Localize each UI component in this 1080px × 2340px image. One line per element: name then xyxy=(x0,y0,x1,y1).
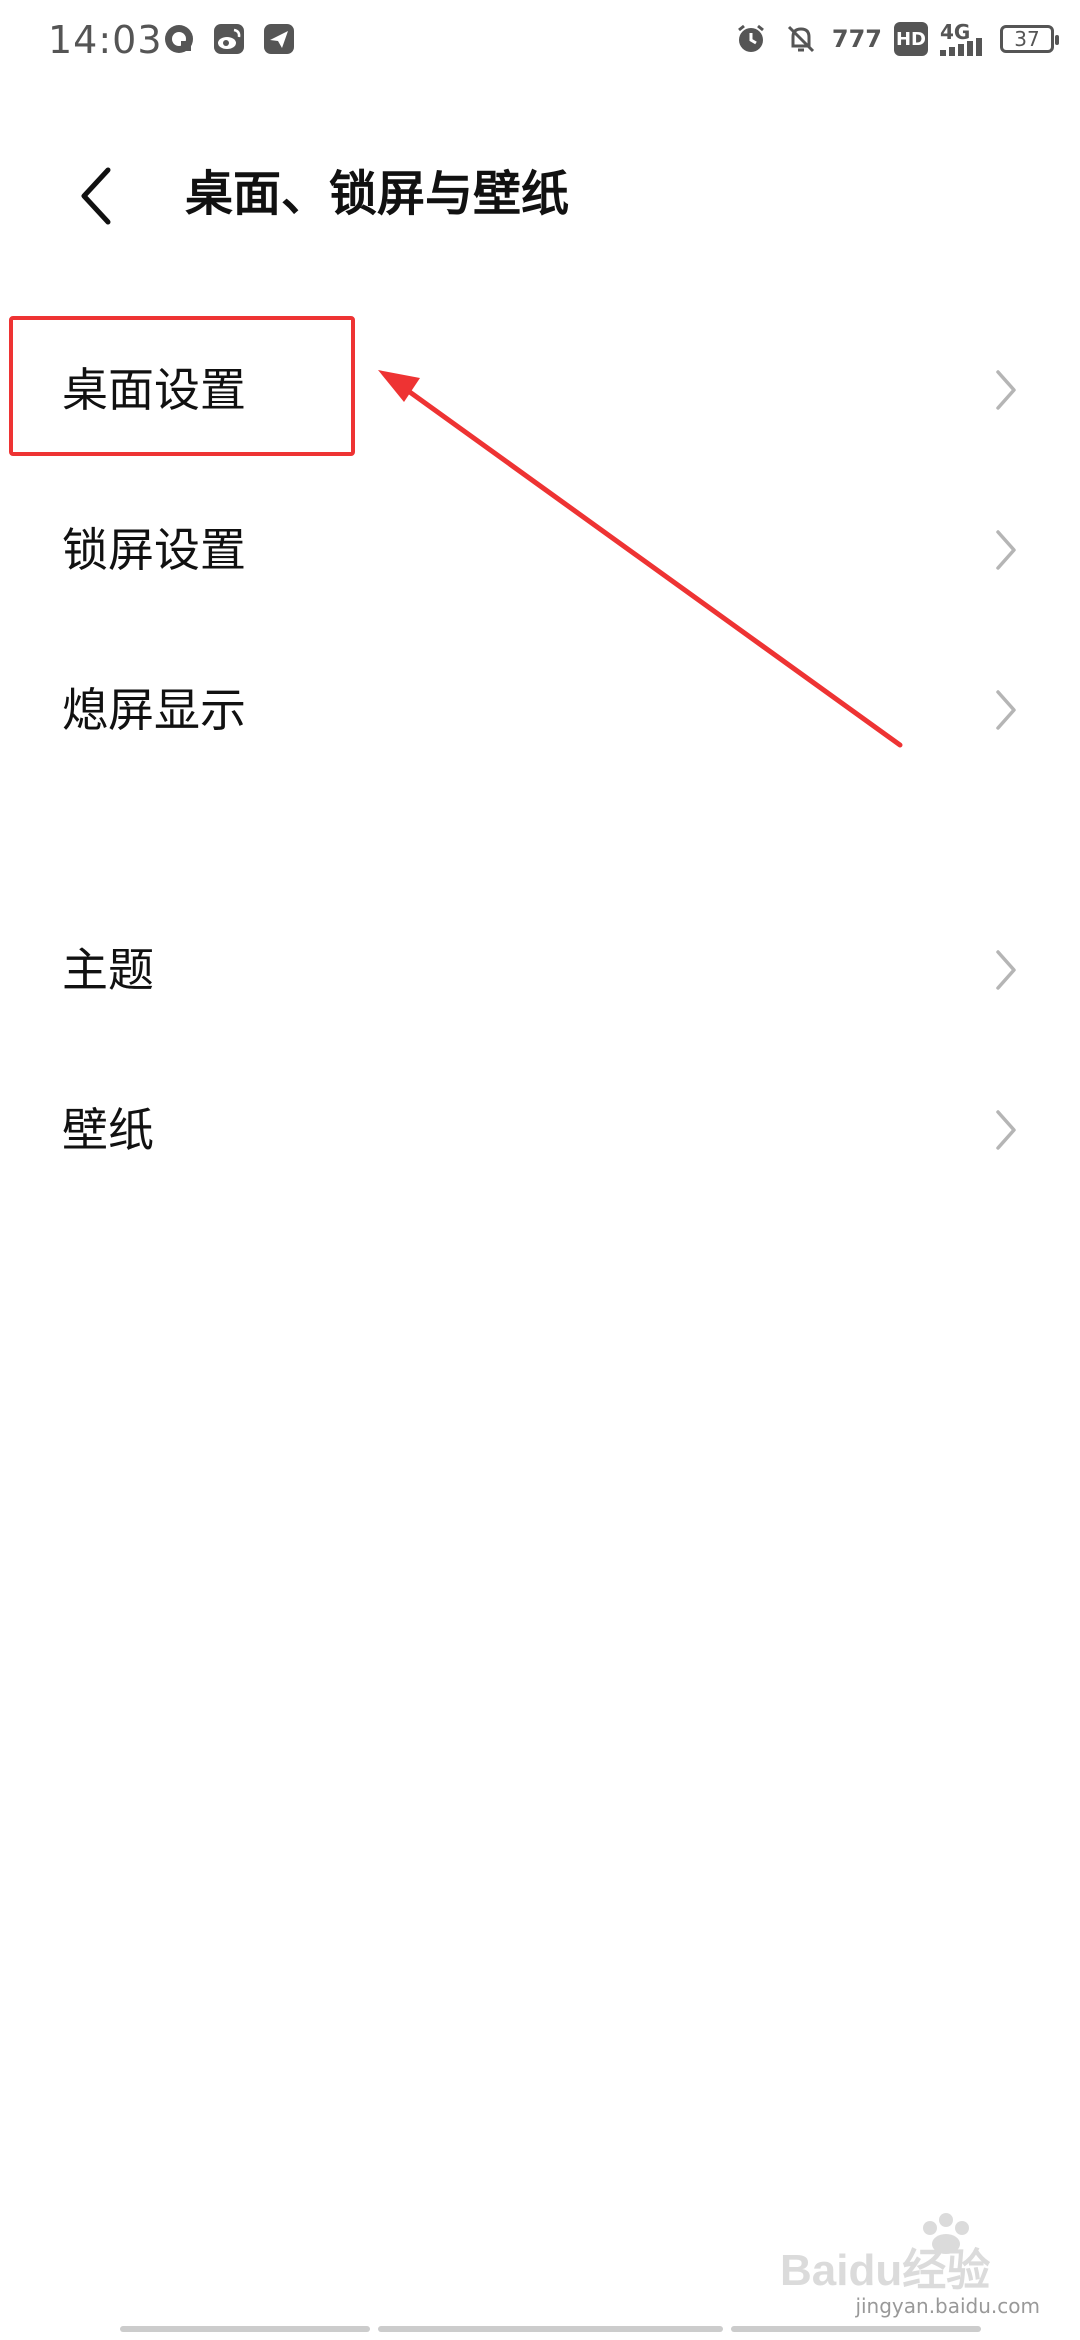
battery-level: 37 xyxy=(1014,27,1040,51)
chevron-right-icon xyxy=(982,946,1030,994)
hd-badge: HD xyxy=(894,22,928,56)
settings-group-appearance: 主题 壁纸 xyxy=(0,890,1080,1210)
row-theme[interactable]: 主题 xyxy=(0,890,1080,1050)
row-label: 主题 xyxy=(62,943,154,997)
chevron-left-icon xyxy=(81,167,111,225)
status-time: 14:03 xyxy=(48,18,163,62)
chevron-right-icon xyxy=(982,1106,1030,1154)
row-label: 熄屏显示 xyxy=(62,683,246,737)
row-always-on-display[interactable]: 熄屏显示 xyxy=(0,630,1080,790)
row-label: 锁屏设置 xyxy=(62,523,246,577)
annotation-highlight-box xyxy=(9,316,355,456)
signal-4g-icon: 4G xyxy=(940,20,988,58)
status-left-icons xyxy=(160,20,298,58)
watermark-subtext: jingyan.baidu.com xyxy=(855,2294,1040,2318)
send-icon xyxy=(260,20,298,58)
bottom-gesture-bars xyxy=(120,2326,981,2332)
chevron-right-icon xyxy=(982,526,1030,574)
watermark-text: Baidu经验 xyxy=(780,2246,990,2295)
header: 桌面、锁屏与壁纸 xyxy=(0,140,1080,250)
chevron-right-icon xyxy=(982,686,1030,734)
network-label: 777 xyxy=(831,25,882,53)
status-bar: 14:03 777 HD 4G 37 xyxy=(0,0,1080,88)
weibo-icon xyxy=(210,20,248,58)
chat-bubble-icon xyxy=(160,20,198,58)
page-title: 桌面、锁屏与壁纸 xyxy=(185,166,570,222)
row-lock-screen-settings[interactable]: 锁屏设置 xyxy=(0,470,1080,630)
row-label: 壁纸 xyxy=(62,1103,154,1157)
alarm-icon xyxy=(732,20,770,58)
row-wallpaper[interactable]: 壁纸 xyxy=(0,1050,1080,1210)
battery-icon: 37 xyxy=(1000,25,1059,53)
mute-bell-icon xyxy=(782,20,820,58)
baidu-jingyan-watermark: Baidu经验 xyxy=(780,2213,990,2295)
chevron-right-icon xyxy=(982,366,1030,414)
back-button[interactable] xyxy=(60,160,132,232)
status-right-icons: 777 HD 4G 37 xyxy=(732,20,1059,58)
